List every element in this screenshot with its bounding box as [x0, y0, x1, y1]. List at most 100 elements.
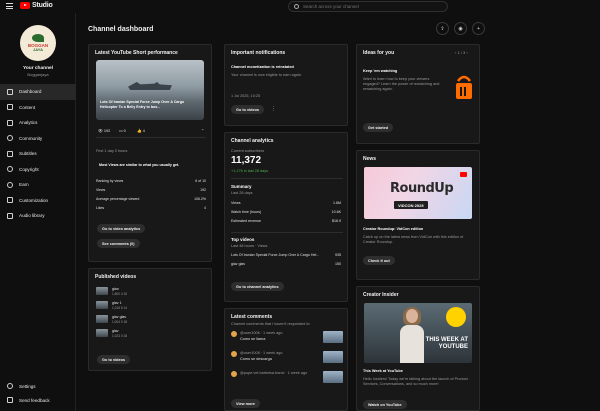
sidebar-item-subtitles[interactable]: Subtitles — [0, 146, 76, 162]
comment-item[interactable]: @user1006 · 1 week ago Como se llama — [231, 331, 343, 347]
sidebar-item-label: Audio library — [19, 213, 45, 219]
video-thumbnail — [96, 329, 108, 337]
upload-button[interactable]: ⇪ — [436, 22, 449, 35]
sidebar-item-copyright[interactable]: Copyright — [0, 162, 76, 178]
video-meta: 1,600 4 16 — [112, 292, 128, 296]
sidebar-item-earn[interactable]: Earn — [0, 177, 76, 193]
insider-thumbnail[interactable]: THIS WEEK AT YOUTUBE — [364, 303, 472, 363]
sidebar-item-settings[interactable]: Settings — [0, 379, 76, 393]
menu-icon[interactable] — [6, 3, 13, 9]
get-started-button[interactable]: Get started — [363, 123, 394, 132]
top-video-row[interactable]: Lots Of Iranian Special Force Jump Over … — [231, 253, 341, 259]
news-body: Catch up on the latest news from VidCon … — [363, 235, 464, 244]
sidebar-item-label: Copyright — [19, 166, 39, 172]
summary-row: Views 1.6M — [231, 201, 341, 207]
notification-headline: Channel monetization is reinstated — [231, 65, 294, 69]
check-it-out-button[interactable]: Check it out — [363, 256, 395, 265]
news-banner[interactable]: RoundUp VIDCON 2025 — [364, 167, 472, 219]
banner-title: RoundUp — [390, 181, 454, 196]
top-video-title: glav glav — [231, 262, 246, 266]
notification-go-to-videos-button[interactable]: Go to videos — [231, 105, 264, 114]
video-title: glav glav — [112, 315, 127, 319]
comments-value: 0 — [123, 129, 126, 133]
video-thumbnail — [323, 331, 343, 343]
sidebar: BOGGAN JAYA Your channel Bogganjaya Dash… — [0, 13, 76, 411]
comment-author: @user1008 · 1 week ago — [240, 351, 283, 355]
plus-icon: + — [477, 25, 480, 32]
notifications-card: Important notifications Channel monetiza… — [224, 44, 348, 126]
sidebar-item-community[interactable]: Community — [0, 131, 76, 147]
creator-insider-card: Creator Insider THIS WEEK AT YOUTUBE Thi… — [356, 286, 480, 411]
video-analytics-button[interactable]: Go to video analytics — [97, 224, 146, 233]
header-actions: ⇪ ◉ + — [436, 22, 485, 35]
sidebar-item-analytics[interactable]: Analytics — [0, 115, 76, 131]
sidebar-item-audio-library[interactable]: Audio library — [0, 208, 76, 224]
studio-logo[interactable]: Studio — [20, 2, 53, 9]
idea-body: Want to learn how to keep your viewers e… — [363, 77, 440, 91]
card-title: Channel analytics — [231, 138, 274, 144]
view-more-button[interactable]: View more — [231, 399, 260, 408]
metric-label: Views — [231, 201, 241, 205]
chevron-up-icon[interactable]: ⌃ — [201, 128, 204, 133]
short-title: Lots Of Iranian Special Force Jump Over … — [100, 100, 185, 109]
top-video-row[interactable]: glav glav 150 — [231, 262, 341, 268]
sidebar-item-customization[interactable]: Customization — [0, 193, 76, 209]
see-comments-button[interactable]: See comments (0) — [97, 239, 140, 248]
more-icon[interactable]: ⋮ — [271, 106, 276, 112]
list-item[interactable]: gian 1,600 4 16 — [96, 287, 204, 299]
comments-count: ▭ 0 — [119, 129, 126, 133]
channel-analytics-button[interactable]: Go to channel analytics — [231, 282, 284, 291]
search-input[interactable] — [303, 4, 443, 9]
watch-on-youtube-button[interactable]: Watch on YouTube — [363, 400, 407, 409]
sidebar-item-content[interactable]: Content — [0, 100, 76, 116]
channel-handle: Bogganjaya — [27, 72, 49, 77]
card-title: Published videos — [95, 274, 137, 280]
live-button[interactable]: ◉ — [454, 22, 467, 35]
published-videos-card: Published videos gian 1,600 4 16 glav 1 1,… — [88, 268, 212, 371]
list-item[interactable]: glav glav 1,004 0 18 — [96, 315, 204, 327]
ideas-pager: ‹ 1 / 3 › — [455, 50, 468, 55]
video-thumbnail — [323, 351, 343, 363]
sidebar-item-label: Subtitles — [19, 151, 37, 157]
ship-image — [128, 82, 172, 90]
video-meta: 1,023 0 18 — [112, 334, 128, 338]
list-item[interactable]: glav 1,023 0 18 — [96, 329, 204, 341]
thumb-text: THIS WEEK AT YOUTUBE — [425, 337, 468, 350]
comment-item[interactable]: @pupe.vet.barbeisa.franci · 1 week ago — [231, 371, 343, 387]
pager-text: 1 / 3 — [457, 50, 466, 55]
sidebar-item-label: Analytics — [19, 120, 38, 126]
insider-body: Hello Insiders! Today we're talking abou… — [363, 377, 468, 386]
notification-body: Your channel is now eligible to earn aga… — [231, 73, 302, 77]
metric-label: Watch time (hours) — [231, 210, 262, 214]
video-thumbnail — [323, 371, 343, 383]
create-button[interactable]: + — [472, 22, 485, 35]
go-to-videos-button[interactable]: Go to videos — [97, 355, 130, 364]
sidebar-item-label: Content — [19, 104, 36, 110]
dashboard-icon — [7, 88, 13, 95]
avatar-leaf-icon — [32, 34, 44, 42]
divider — [231, 232, 343, 233]
card-title: Important notifications — [231, 50, 286, 56]
banner-badge: VIDCON 2025 — [394, 201, 428, 209]
divider — [96, 137, 206, 138]
sidebar-item-dashboard[interactable]: Dashboard — [0, 84, 76, 100]
short-performance-card: Latest YouTube Short performance Lots Of… — [88, 44, 212, 262]
stat-value: 106.2% — [194, 197, 206, 201]
top-videos-title: Top videos — [231, 237, 255, 242]
top-video-title: Lots Of Iranian Special Force Jump Over … — [231, 253, 320, 257]
channel-avatar[interactable]: BOGGAN JAYA — [20, 25, 56, 61]
gear-icon — [7, 383, 13, 389]
sidebar-item-label: Customization — [19, 197, 49, 203]
short-thumbnail[interactable]: Lots Of Iranian Special Force Jump Over … — [96, 60, 204, 120]
comment-item[interactable]: @user1008 · 1 week ago Como se descarga — [231, 351, 343, 367]
face — [406, 309, 418, 323]
list-item[interactable]: glav 1 1,016 5 14 — [96, 301, 204, 313]
sidebar-item-feedback[interactable]: Send feedback — [0, 393, 76, 407]
divider — [231, 178, 343, 179]
subscribers-count: 11,372 — [231, 155, 262, 166]
search-bar[interactable] — [288, 1, 448, 12]
rewatch-icon — [456, 75, 472, 99]
avatar — [231, 331, 237, 337]
news-card: News RoundUp VIDCON 2025 Creator Roundup… — [356, 150, 480, 280]
stat-row: Ranking by views 6 of 10 — [96, 179, 206, 185]
